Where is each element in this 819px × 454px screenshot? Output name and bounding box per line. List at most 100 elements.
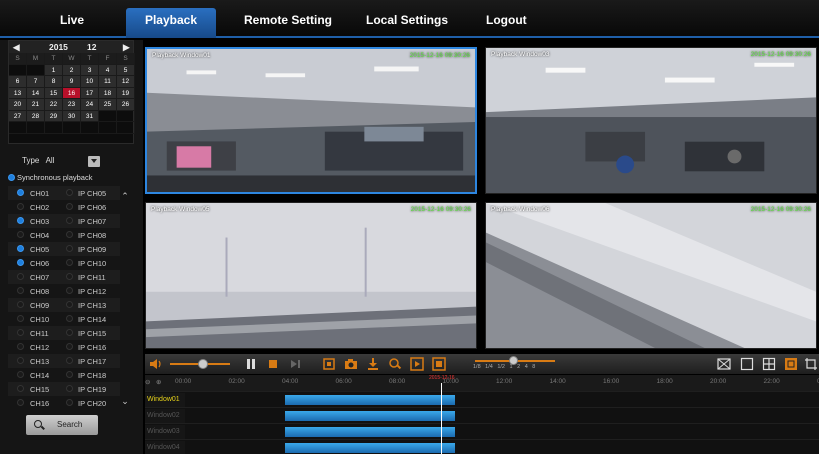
search-button[interactable]: Search	[26, 415, 98, 435]
calendar-day[interactable]: 7	[27, 76, 45, 88]
calendar-day[interactable]: 9	[63, 76, 81, 88]
calendar-day[interactable]: 2	[63, 64, 81, 76]
calendar-day[interactable]: 14	[27, 87, 45, 99]
stop-all-icon[interactable]	[432, 357, 446, 371]
pause-icon[interactable]	[244, 357, 258, 371]
timeline-row[interactable]: Window01	[145, 391, 819, 407]
clip-icon[interactable]	[322, 357, 336, 371]
calendar-day[interactable]: 19	[117, 87, 135, 99]
stop-icon[interactable]	[266, 357, 280, 371]
playback-window-3[interactable]: Playback Window03 2015-12-16 09:30:26	[485, 47, 817, 194]
channel-checkbox[interactable]	[17, 259, 24, 266]
ip-channel-checkbox[interactable]	[66, 273, 73, 280]
ip-channel-checkbox[interactable]	[66, 385, 73, 392]
tab-playback[interactable]: Playback	[126, 8, 216, 38]
zoom-out-icon[interactable]: ⊖	[145, 378, 150, 386]
step-forward-icon[interactable]	[288, 357, 302, 371]
calendar-day[interactable]: 3	[81, 64, 99, 76]
calendar-day[interactable]: 24	[81, 99, 99, 111]
scroll-up-icon[interactable]: ⌃	[121, 192, 129, 201]
download-icon[interactable]	[366, 357, 380, 371]
ip-channel-checkbox[interactable]	[66, 203, 73, 210]
calendar-day[interactable]: 12	[117, 76, 135, 88]
channel-checkbox[interactable]	[17, 343, 24, 350]
channel-checkbox[interactable]	[17, 189, 24, 196]
ip-channel-checkbox[interactable]	[66, 231, 73, 238]
sync-playback-option[interactable]: Synchronous playback	[8, 173, 92, 182]
channel-checkbox[interactable]	[17, 399, 24, 406]
channel-checkbox[interactable]	[17, 245, 24, 252]
volume-icon[interactable]	[149, 357, 163, 371]
calendar-day[interactable]: 1	[45, 64, 63, 76]
calendar-day[interactable]: 25	[99, 99, 117, 111]
calendar-day[interactable]: 30	[63, 110, 81, 122]
channel-checkbox[interactable]	[17, 273, 24, 280]
calendar-day[interactable]: 29	[45, 110, 63, 122]
recording-segment[interactable]	[285, 411, 455, 421]
ip-channel-checkbox[interactable]	[66, 301, 73, 308]
calendar-day[interactable]: 27	[9, 110, 27, 122]
fullscreen-icon[interactable]	[717, 357, 731, 371]
calendar-day[interactable]: 26	[117, 99, 135, 111]
recording-segment[interactable]	[285, 443, 455, 453]
layout-9-icon[interactable]	[784, 357, 798, 371]
channel-checkbox[interactable]	[17, 203, 24, 210]
tab-live[interactable]: Live	[46, 9, 98, 31]
layout-1-icon[interactable]	[740, 357, 754, 371]
playback-window-5[interactable]: Playback Window05 2015-12-16 09:30:26	[145, 202, 477, 349]
layout-4-icon[interactable]	[762, 357, 776, 371]
calendar-day[interactable]: 16	[63, 87, 81, 99]
calendar-day[interactable]: 8	[45, 76, 63, 88]
playback-window-6[interactable]: Playback Window06 2015-12-16 09:30:26	[485, 202, 817, 349]
calendar-day[interactable]: 28	[27, 110, 45, 122]
next-month-icon[interactable]: ▶	[123, 42, 130, 53]
calendar-day[interactable]: 15	[45, 87, 63, 99]
ip-channel-checkbox[interactable]	[66, 357, 73, 364]
tab-logout[interactable]: Logout	[472, 9, 541, 31]
type-dropdown-icon[interactable]	[88, 156, 100, 167]
channel-checkbox[interactable]	[17, 385, 24, 392]
ip-channel-checkbox[interactable]	[66, 189, 73, 196]
calendar-day[interactable]: 31	[81, 110, 99, 122]
channel-checkbox[interactable]	[17, 231, 24, 238]
playback-window-1[interactable]: Playback Window01 2015-12-16 09:30:26	[145, 47, 477, 194]
channel-checkbox[interactable]	[17, 287, 24, 294]
calendar-day[interactable]: 11	[99, 76, 117, 88]
channel-checkbox[interactable]	[17, 315, 24, 322]
ip-channel-checkbox[interactable]	[66, 259, 73, 266]
calendar-day[interactable]: 4	[99, 64, 117, 76]
timeline-row[interactable]: Window04	[145, 439, 819, 454]
calendar-day[interactable]: 23	[63, 99, 81, 111]
recording-segment[interactable]	[285, 427, 455, 437]
calendar-day[interactable]: 17	[81, 87, 99, 99]
calendar-day[interactable]: 6	[9, 76, 27, 88]
calendar-day[interactable]: 5	[117, 64, 135, 76]
timeline-row[interactable]: Window03	[145, 423, 819, 439]
zoom-icon[interactable]	[388, 357, 402, 371]
snapshot-icon[interactable]	[344, 357, 358, 371]
sync-checkbox[interactable]	[8, 174, 15, 181]
ip-channel-checkbox[interactable]	[66, 343, 73, 350]
volume-slider-handle[interactable]	[198, 359, 208, 369]
ip-channel-checkbox[interactable]	[66, 245, 73, 252]
scroll-down-icon[interactable]: ⌄	[121, 397, 129, 406]
channel-checkbox[interactable]	[17, 371, 24, 378]
playhead[interactable]	[441, 383, 442, 454]
calendar-day[interactable]: 20	[9, 99, 27, 111]
prev-month-icon[interactable]: ◀	[13, 42, 20, 53]
channel-checkbox[interactable]	[17, 217, 24, 224]
ip-channel-checkbox[interactable]	[66, 315, 73, 322]
calendar-day[interactable]: 10	[81, 76, 99, 88]
ip-channel-checkbox[interactable]	[66, 217, 73, 224]
calendar-day[interactable]: 18	[99, 87, 117, 99]
channel-checkbox[interactable]	[17, 301, 24, 308]
ip-channel-checkbox[interactable]	[66, 399, 73, 406]
timeline-row[interactable]: Window02	[145, 407, 819, 423]
channel-checkbox[interactable]	[17, 329, 24, 336]
tab-local-settings[interactable]: Local Settings	[352, 9, 462, 31]
calendar-day[interactable]: 21	[27, 99, 45, 111]
ip-channel-checkbox[interactable]	[66, 329, 73, 336]
recording-segment[interactable]	[285, 395, 455, 405]
calendar-day[interactable]: 13	[9, 87, 27, 99]
zoom-in-icon[interactable]: ⊕	[156, 378, 161, 386]
